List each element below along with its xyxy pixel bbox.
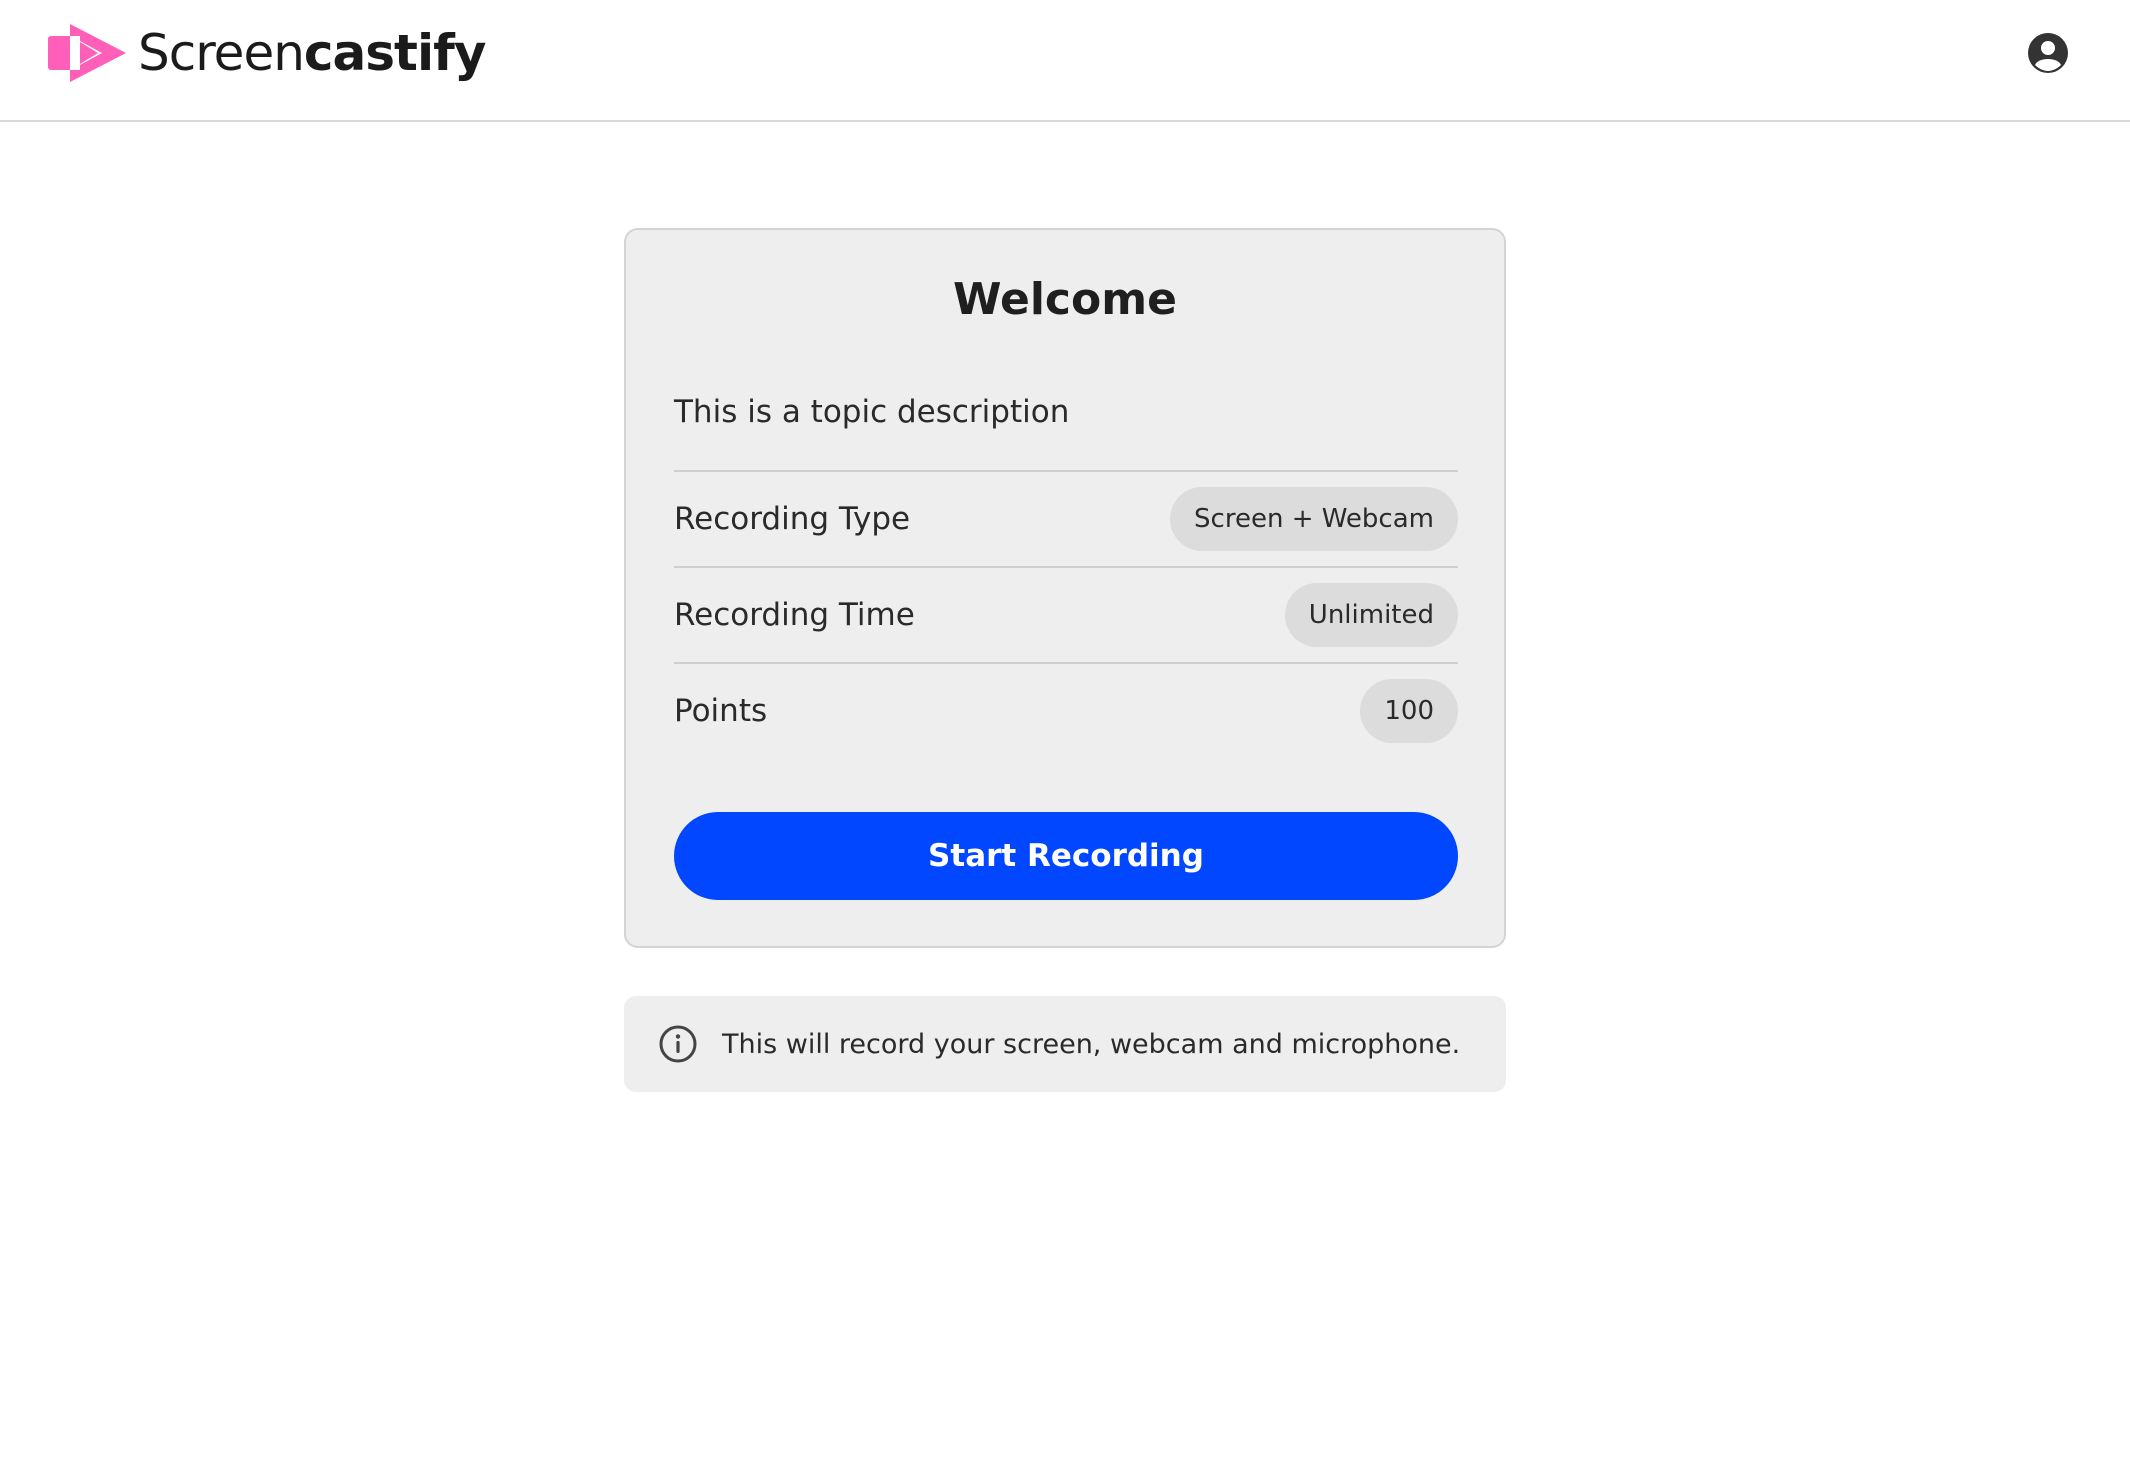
recording-details: Recording Type Screen + Webcam Recording…	[674, 470, 1458, 758]
screencastify-logo[interactable]: Screencastify	[48, 20, 486, 86]
topic-description: This is a topic description	[674, 394, 1070, 430]
recording-time-badge: Unlimited	[1284, 583, 1458, 647]
welcome-card: Welcome This is a topic description Reco…	[624, 228, 1506, 948]
row-recording-type: Recording Type Screen + Webcam	[674, 470, 1458, 566]
points-label: Points	[674, 693, 768, 729]
logo-wordmark: Screencastify	[138, 28, 486, 78]
notice-text: This will record your screen, webcam and…	[722, 1028, 1461, 1060]
start-recording-button[interactable]: Start Recording	[674, 812, 1458, 900]
top-header: Screencastify	[0, 0, 2130, 122]
recording-time-label: Recording Time	[674, 597, 915, 633]
points-badge: 100	[1360, 679, 1458, 743]
logo-wordmark-light: Screen	[138, 24, 305, 82]
account-circle-icon[interactable]	[2026, 31, 2070, 75]
info-icon	[659, 1025, 697, 1063]
card-title: Welcome	[953, 274, 1177, 325]
recording-notice: This will record your screen, webcam and…	[624, 996, 1506, 1092]
logo-wordmark-bold: castify	[303, 24, 487, 82]
recording-type-badge: Screen + Webcam	[1170, 487, 1458, 551]
row-points: Points 100	[674, 662, 1458, 758]
row-recording-time: Recording Time Unlimited	[674, 566, 1458, 662]
screencastify-logo-icon	[48, 24, 126, 82]
recording-type-label: Recording Type	[674, 501, 911, 537]
